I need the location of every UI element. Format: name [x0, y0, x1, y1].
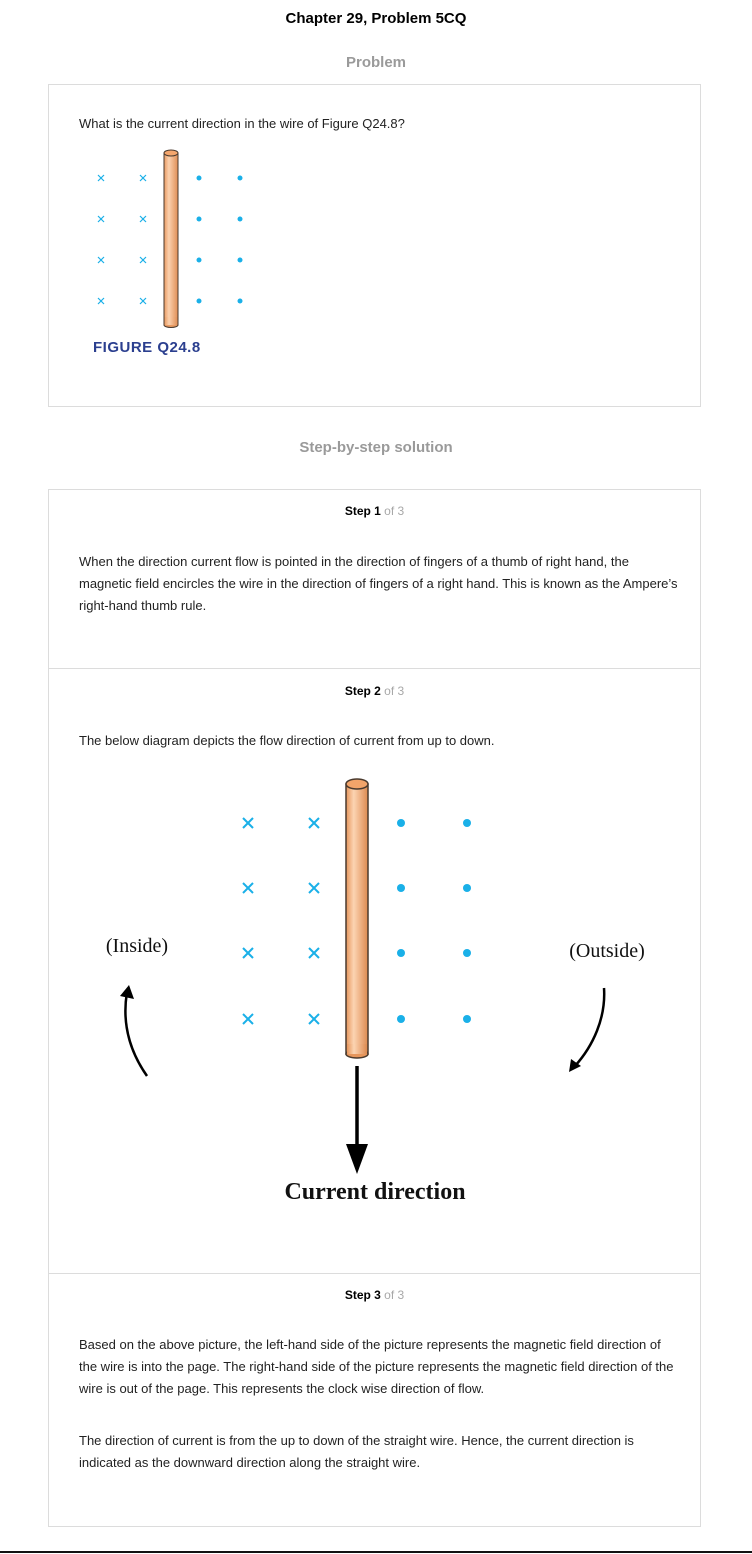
- cross-marker: [308, 882, 320, 894]
- wire: [345, 778, 369, 1059]
- step-3-paragraph-1: Based on the above picture, the left-han…: [79, 1337, 674, 1396]
- step-divider: [48, 668, 701, 669]
- cross-marker: [139, 215, 147, 223]
- step-2-text: The below diagram depicts the flow direc…: [79, 733, 495, 748]
- cross-marker: [242, 817, 254, 829]
- field-out-of-page-markers: [397, 819, 471, 1023]
- dot-marker: [196, 216, 202, 222]
- field-into-page-markers: [242, 817, 320, 1025]
- step-count: of 3: [384, 1288, 405, 1302]
- dot-marker: [237, 257, 243, 263]
- cross-marker: [97, 174, 105, 182]
- step-label: Step 2: [344, 684, 381, 698]
- field-out-of-page-markers: [196, 175, 243, 304]
- problem-heading: Problem: [345, 54, 406, 71]
- dot-marker: [196, 298, 202, 304]
- step-count: of 3: [384, 504, 405, 518]
- dot-marker: [397, 884, 405, 892]
- dot-marker: [237, 216, 243, 222]
- cross-marker: [139, 297, 147, 305]
- current-direction-diagram: (Inside) (Outside) Current direction: [106, 778, 645, 1205]
- field-into-page-markers: [97, 174, 147, 305]
- inside-arrow: [124, 991, 149, 1077]
- step-3-header: Step 3 of 3: [49, 1288, 700, 1302]
- step-1-header: Step 1 of 3: [49, 504, 700, 518]
- cross-marker: [139, 256, 147, 264]
- dot-marker: [196, 257, 202, 263]
- cross-marker: [242, 947, 254, 959]
- figure-caption: FIGURE Q24.8: [93, 339, 201, 356]
- dot-marker: [463, 1015, 471, 1023]
- step-label: Step 3: [344, 1288, 381, 1302]
- solution-card: Step 1 of 3 When the direction current f…: [48, 489, 701, 1527]
- dot-marker: [397, 819, 405, 827]
- step-label: Step 1: [344, 504, 381, 518]
- cross-marker: [308, 1013, 320, 1025]
- wire: [163, 149, 179, 328]
- cross-marker: [97, 297, 105, 305]
- step-divider: [48, 1273, 701, 1274]
- cross-marker: [97, 256, 105, 264]
- current-arrow: [346, 1066, 368, 1174]
- outside-label: (Outside): [569, 940, 645, 962]
- outside-arrow: [574, 987, 606, 1067]
- dot-marker: [196, 175, 202, 181]
- problem-card: What is the current direction in the wir…: [48, 84, 701, 407]
- cross-marker: [139, 174, 147, 182]
- step-3-paragraph-2: The direction of current is from the up …: [79, 1433, 634, 1470]
- page-title: Chapter 29, Problem 5CQ: [285, 10, 467, 27]
- dot-marker: [397, 949, 405, 957]
- dot-marker: [237, 298, 243, 304]
- cross-marker: [308, 817, 320, 829]
- step-count: of 3: [384, 684, 405, 698]
- cross-marker: [242, 1013, 254, 1025]
- dot-marker: [463, 819, 471, 827]
- inside-arrowhead: [120, 985, 134, 999]
- cross-marker: [97, 215, 105, 223]
- inside-label: (Inside): [106, 935, 168, 957]
- dot-marker: [397, 1015, 405, 1023]
- dot-marker: [463, 949, 471, 957]
- figure-q24-8: [97, 149, 243, 328]
- current-direction-label: Current direction: [284, 1179, 465, 1205]
- cross-marker: [242, 882, 254, 894]
- dot-marker: [463, 884, 471, 892]
- step-2-header: Step 2 of 3: [49, 684, 700, 698]
- cross-marker: [308, 947, 320, 959]
- solution-heading: Step-by-step solution: [299, 439, 453, 456]
- page-bottom-border: [0, 1551, 752, 1553]
- dot-marker: [237, 175, 243, 181]
- question-text: What is the current direction in the wir…: [79, 116, 405, 131]
- step-1-text: When the direction current flow is point…: [79, 554, 678, 613]
